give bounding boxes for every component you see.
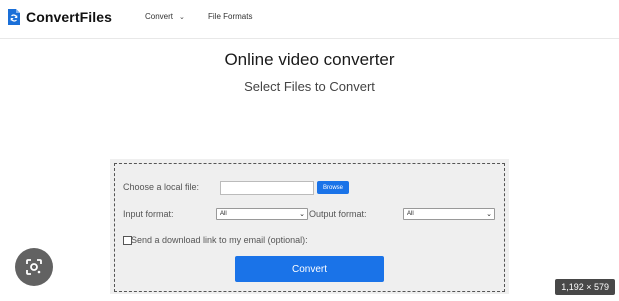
choose-file-label: Choose a local file: [123,182,200,192]
browse-button[interactable]: Browse [317,181,349,194]
file-path-input[interactable] [220,181,314,195]
google-lens-icon [26,259,42,275]
output-format-value: All [407,211,414,217]
google-lens-button[interactable] [15,248,53,286]
nav-file-formats[interactable]: File Formats [208,12,252,21]
file-convert-icon [8,9,20,25]
input-format-value: All [220,211,227,217]
page-title: Online video converter [224,50,395,69]
convert-button[interactable]: Convert [235,256,384,282]
nav-convert-label: Convert [145,12,174,21]
logo-text: ConvertFiles [26,9,112,25]
input-format-label: Input format: [123,209,174,219]
select-caret-icon: ⌄ [299,211,305,218]
input-format-select[interactable]: All ⌄ [216,208,308,220]
drop-zone[interactable]: Choose a local file: Browse Input format… [114,163,505,292]
email-option-label: Send a download link to my email (option… [131,235,308,245]
page-subtitle: Select Files to Convert [244,79,375,94]
logo[interactable]: ConvertFiles [7,8,112,26]
output-format-label: Output format: [309,209,367,219]
chevron-down-icon: ⌄ [179,13,185,21]
site-header: ConvertFiles Convert ⌄ File Formats [0,0,619,39]
nav-convert-menu[interactable]: Convert ⌄ [145,12,185,21]
select-caret-icon: ⌄ [486,211,492,218]
converter-panel: Choose a local file: Browse Input format… [110,159,509,294]
image-size-badge: 1,192 × 579 [555,279,615,295]
output-format-select[interactable]: All ⌄ [403,208,495,220]
